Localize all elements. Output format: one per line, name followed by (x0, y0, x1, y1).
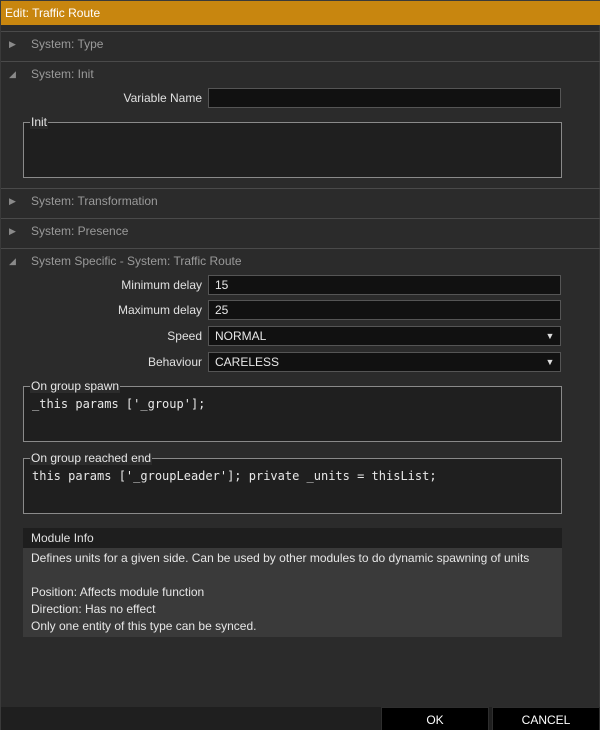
dialog-title: Edit: Traffic Route (1, 1, 600, 25)
module-info-title: Module Info (23, 528, 562, 548)
module-info-sync: Only one entity of this type can be sync… (31, 619, 257, 633)
edit-dialog: Edit: Traffic Route ▶ System: Type ◢ Sys… (0, 0, 600, 730)
on-group-spawn-legend: On group spawn (30, 379, 121, 393)
section-header-type[interactable]: ▶ System: Type (1, 31, 600, 55)
module-info-position: Position: Affects module function (31, 585, 205, 599)
behaviour-label: Behaviour (147, 355, 202, 369)
collapse-arrow-icon: ◢ (9, 256, 16, 266)
collapse-arrow-icon: ◢ (9, 69, 16, 79)
speed-select[interactable]: NORMAL ▼ (208, 326, 561, 346)
behaviour-select[interactable]: CARELESS ▼ (208, 352, 561, 372)
on-group-spawn-code: _this params ['_group']; (32, 397, 206, 411)
module-info-description: Defines units for a given side. Can be u… (31, 551, 530, 565)
section-label-init: System: Init (31, 67, 94, 81)
behaviour-value: CARELESS (215, 355, 280, 369)
section-header-transformation[interactable]: ▶ System: Transformation (1, 188, 600, 212)
module-info-direction: Direction: Has no effect (31, 602, 156, 616)
section-label-presence: System: Presence (31, 224, 129, 238)
expand-arrow-icon: ▶ (9, 39, 16, 49)
maximum-delay-label: Maximum delay (117, 303, 202, 317)
section-header-init[interactable]: ◢ System: Init (1, 61, 600, 85)
on-group-reached-end-code: this params ['_groupLeader']; private _u… (32, 469, 437, 483)
section-label-transformation: System: Transformation (31, 194, 158, 208)
speed-label: Speed (167, 329, 202, 343)
on-group-reached-end-legend: On group reached end (30, 451, 153, 465)
chevron-down-icon[interactable]: ▼ (540, 353, 560, 371)
ok-button[interactable]: OK (381, 707, 489, 730)
minimum-delay-label: Minimum delay (121, 278, 202, 292)
expand-arrow-icon: ▶ (9, 226, 16, 236)
dialog-footer: OK CANCEL (1, 707, 600, 730)
on-group-reached-end-box[interactable]: On group reached end this params ['_grou… (23, 451, 562, 514)
section-label-specific: System Specific - System: Traffic Route (31, 254, 242, 268)
maximum-delay-input[interactable]: 25 (208, 300, 561, 320)
cancel-button[interactable]: CANCEL (492, 707, 600, 730)
init-legend: Init (30, 115, 49, 129)
on-group-spawn-box[interactable]: On group spawn _this params ['_group']; (23, 379, 562, 442)
variable-name-input[interactable] (208, 88, 561, 108)
expand-arrow-icon: ▶ (9, 196, 16, 206)
variable-name-label: Variable Name (123, 91, 202, 105)
section-header-presence[interactable]: ▶ System: Presence (1, 218, 600, 242)
section-header-specific[interactable]: ◢ System Specific - System: Traffic Rout… (1, 248, 600, 272)
chevron-down-icon[interactable]: ▼ (540, 327, 560, 345)
section-label-type: System: Type (31, 37, 104, 51)
init-code-box[interactable]: Init (23, 115, 562, 178)
minimum-delay-input[interactable]: 15 (208, 275, 561, 295)
module-info-panel: Module Info Defines units for a given si… (23, 528, 562, 637)
speed-value: NORMAL (215, 329, 267, 343)
